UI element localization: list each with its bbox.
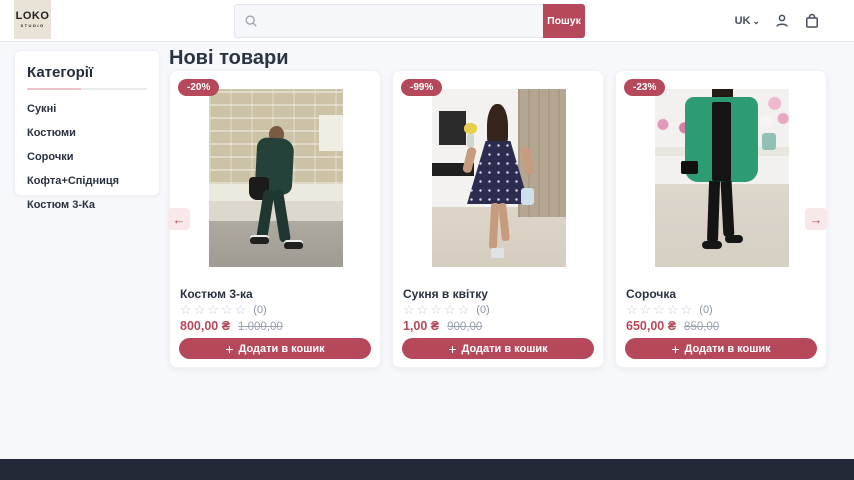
window-sill (319, 115, 343, 151)
person-shoe (284, 242, 303, 249)
search-input[interactable] (265, 14, 505, 28)
add-to-cart-button[interactable]: + Додати в кошик (402, 338, 594, 359)
star-icons: ☆☆☆☆☆ (180, 302, 248, 318)
logo[interactable]: LOKO STUDIO (14, 0, 51, 39)
person-shoe (250, 237, 269, 244)
sidebar-item-kostyumy[interactable]: Костюми (27, 127, 147, 139)
sidebar-item-kostyum-3ka[interactable]: Костюм 3-Ка (27, 199, 147, 211)
logo-subtitle: STUDIO (20, 23, 44, 28)
product-photo[interactable] (209, 89, 343, 267)
current-price: 1,00 ₴ (403, 319, 439, 333)
search-button[interactable]: Пошук (543, 4, 585, 38)
product-name[interactable]: Сорочка (626, 287, 676, 301)
product-name[interactable]: Сукня в квітку (403, 287, 488, 301)
header-actions: UK ⌄ (735, 0, 820, 42)
carousel-prev-button[interactable]: ← (168, 208, 190, 230)
price-row: 1,00 ₴ 900,00 (403, 319, 482, 333)
rating-row: ☆☆☆☆☆ (0) (403, 302, 490, 318)
account-button[interactable] (773, 13, 790, 30)
old-price: 850,00 (684, 321, 719, 333)
categories-panel: Категорії Сукні Костюми Сорочки Кофта+Сп… (14, 50, 160, 196)
page-title: Нові товари (169, 47, 288, 70)
search-field-box (234, 4, 543, 38)
product-card: -23% Сорочка ☆☆☆☆☆ (0) 650,00 ₴ 850,00 +… (615, 70, 827, 368)
cart-button[interactable] (803, 13, 820, 30)
rating-row: ☆☆☆☆☆ (0) (180, 302, 267, 318)
search-icon (244, 14, 258, 28)
discount-badge: -20% (178, 79, 219, 96)
current-price: 800,00 ₴ (180, 319, 230, 333)
plus-icon: + (448, 342, 456, 356)
old-price: 900,00 (447, 321, 482, 333)
product-card: -20% Костюм 3-ка ☆☆☆☆☆ (0) 800,00 ₴ 1.00… (169, 70, 381, 368)
search-bar: Пошук (234, 4, 585, 38)
current-price: 650,00 ₴ (626, 319, 676, 333)
divider (27, 88, 147, 90)
rating-row: ☆☆☆☆☆ (0) (626, 302, 713, 318)
add-to-cart-label: Додати в кошик (462, 343, 548, 355)
carousel-next-button[interactable]: → (805, 208, 827, 230)
shopping-bag-icon (804, 13, 820, 29)
tv-screen (439, 111, 466, 145)
rating-count: (0) (476, 304, 489, 316)
person-shoe (491, 248, 504, 258)
product-card: -99% Сукня в квітку ☆☆☆☆☆ (0) 1,00 ₴ 900… (392, 70, 604, 368)
language-label: UK (735, 15, 751, 27)
tulips (464, 123, 477, 134)
product-photo[interactable] (432, 89, 566, 267)
chevron-down-icon: ⌄ (752, 17, 760, 25)
person-bag (521, 188, 534, 205)
vase (762, 133, 776, 150)
person-shoe (725, 235, 743, 243)
language-selector[interactable]: UK ⌄ (735, 15, 760, 27)
rating-count: (0) (699, 304, 712, 316)
category-list: Сукні Костюми Сорочки Кофта+Спідниця Кос… (27, 103, 147, 211)
add-to-cart-label: Додати в кошик (685, 343, 771, 355)
discount-badge: -99% (401, 79, 442, 96)
person-top (712, 102, 731, 181)
plus-icon: + (225, 342, 233, 356)
sidebar-item-kofta-spidnytsya[interactable]: Кофта+Спідниця (27, 175, 147, 187)
footer (0, 459, 854, 480)
old-price: 1.000,00 (238, 321, 283, 333)
star-icons: ☆☆☆☆☆ (403, 302, 471, 318)
vase (467, 134, 474, 147)
categories-title: Категорії (27, 64, 147, 81)
header: LOKO STUDIO Пошук UK ⌄ (0, 0, 854, 42)
sidebar-item-sorochky[interactable]: Сорочки (27, 151, 147, 163)
person-leg (707, 181, 720, 243)
price-row: 650,00 ₴ 850,00 (626, 319, 719, 333)
add-to-cart-button[interactable]: + Додати в кошик (179, 338, 371, 359)
rating-count: (0) (253, 304, 266, 316)
add-to-cart-label: Додати в кошик (239, 343, 325, 355)
add-to-cart-button[interactable]: + Додати в кошик (625, 338, 817, 359)
price-row: 800,00 ₴ 1.000,00 (180, 319, 283, 333)
plus-icon: + (671, 342, 679, 356)
person-bag (681, 161, 698, 174)
discount-badge: -23% (624, 79, 665, 96)
person-shoe (702, 241, 722, 249)
star-icons: ☆☆☆☆☆ (626, 302, 694, 318)
product-name[interactable]: Костюм 3-ка (180, 287, 253, 301)
product-photo[interactable] (655, 89, 789, 267)
user-icon (774, 13, 790, 29)
logo-title: LOKO (16, 11, 50, 22)
sidebar-item-sukni[interactable]: Сукні (27, 103, 147, 115)
